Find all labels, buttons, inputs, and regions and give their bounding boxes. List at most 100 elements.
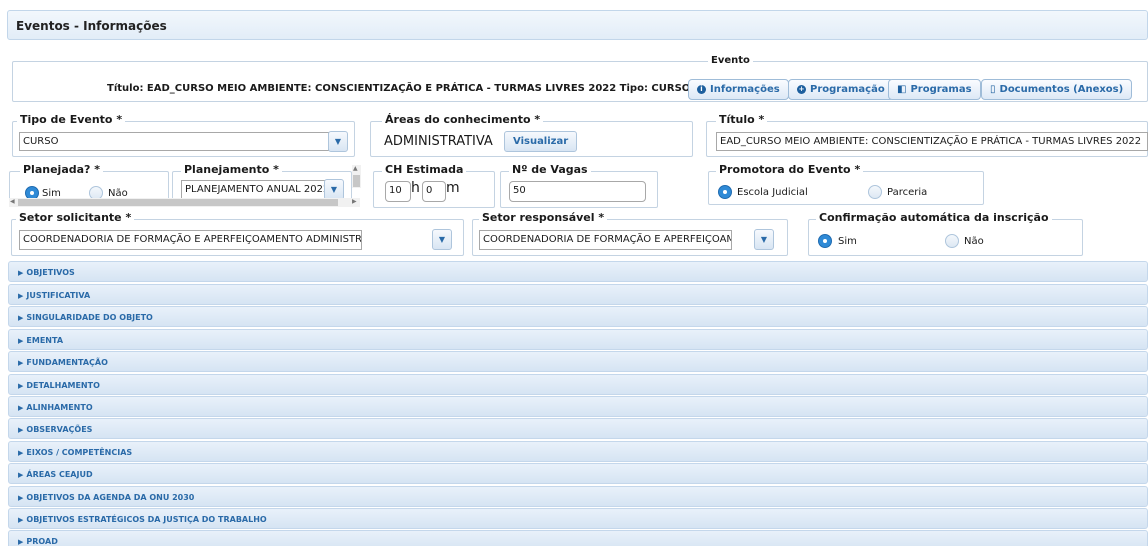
tipo-evento-dropdown[interactable]: ▼ [328, 131, 348, 152]
promotora-escola-radio[interactable] [718, 185, 732, 199]
planejada-label: Planejada? * [20, 163, 103, 176]
confirmacao-sim-radio[interactable] [818, 234, 832, 248]
planejamento-input[interactable]: PLANEJAMENTO ANUAL 2022 [181, 180, 327, 199]
caret-right-icon: ▶ [18, 426, 24, 434]
documentos-button[interactable]: ▯ Documentos (Anexos) [981, 79, 1133, 100]
section-label: FUNDAMENTAÇÃO [26, 358, 108, 367]
titulo-input[interactable]: EAD_CURSO MEIO AMBIENTE: CONSCIENTIZAÇÃO… [716, 132, 1148, 151]
page-title: Eventos - Informações [7, 10, 1148, 40]
setor-responsavel-label: Setor responsável * [479, 211, 608, 224]
caret-right-icon: ▶ [18, 314, 24, 322]
section-label: DETALHAMENTO [26, 381, 100, 390]
caret-right-icon: ▶ [18, 359, 24, 367]
scroll-thumb[interactable] [353, 175, 360, 187]
section-singularidade[interactable]: ▶ SINGULARIDADE DO OBJETO [8, 306, 1148, 327]
section-objetivos[interactable]: ▶ OBJETIVOS [8, 261, 1148, 282]
section-label: JUSTIFICATIVA [26, 291, 91, 300]
section-proad[interactable]: ▶ PROAD [8, 530, 1148, 546]
chevron-down-icon: ▼ [438, 235, 446, 244]
caret-right-icon: ▶ [18, 471, 24, 479]
section-label: OBJETIVOS ESTRATÉGICOS DA JUSTIÇA DO TRA… [26, 515, 267, 524]
document-icon: ▯ [990, 84, 996, 95]
section-areas-ceajud[interactable]: ▶ ÁREAS CEAJUD [8, 463, 1148, 484]
programas-button[interactable]: ◧ Programas [888, 79, 981, 100]
evento-legend: Evento [708, 55, 753, 66]
promotora-label: Promotora do Evento * [716, 163, 864, 176]
documentos-label: Documentos (Anexos) [999, 84, 1124, 95]
caret-right-icon: ▶ [18, 404, 24, 412]
setor-responsavel-input[interactable]: COORDENADORIA DE FORMAÇÃO E APERFEIÇOAME… [479, 230, 732, 250]
areas-label: Áreas do conhecimento * [382, 113, 544, 126]
chevron-down-icon: ▼ [330, 185, 338, 194]
vertical-scrollbar[interactable]: ▲ [352, 165, 361, 188]
scroll-up-icon: ▲ [353, 165, 358, 172]
caret-right-icon: ▶ [18, 337, 24, 345]
horizontal-scrollbar[interactable]: ◀ ▶ [9, 198, 360, 207]
section-label: ÁREAS CEAJUD [26, 470, 93, 479]
book-icon: ◧ [897, 84, 907, 95]
info-icon: i [697, 85, 706, 94]
scroll-thumb-h[interactable] [18, 199, 338, 206]
tipo-evento-input[interactable]: CURSO [19, 132, 329, 151]
section-label: PROAD [26, 537, 58, 546]
scroll-left-icon: ◀ [10, 198, 15, 205]
section-label: EMENTA [26, 336, 64, 345]
ch-minutes-input[interactable]: 0 [422, 181, 446, 202]
ch-label: CH Estimada [382, 163, 467, 176]
evento-summary: Título: EAD_CURSO MEIO AMBIENTE: CONSCIE… [107, 83, 691, 94]
caret-right-icon: ▶ [18, 269, 24, 277]
section-ementa[interactable]: ▶ EMENTA [8, 329, 1148, 350]
setor-solicitante-label: Setor solicitante * [16, 211, 135, 224]
section-detalhamento[interactable]: ▶ DETALHAMENTO [8, 374, 1148, 395]
ch-hours-unit: h [411, 180, 420, 196]
caret-right-icon: ▶ [18, 516, 24, 524]
plus-circle-icon: + [797, 85, 806, 94]
chevron-down-icon: ▼ [334, 137, 342, 146]
planejamento-label: Planejamento * [181, 163, 282, 176]
informacoes-label: Informações [710, 84, 780, 95]
programacao-label: Programação [810, 84, 885, 95]
confirmacao-nao-radio[interactable] [945, 234, 959, 248]
section-label: ALINHAMENTO [26, 403, 93, 412]
section-fundamentacao[interactable]: ▶ FUNDAMENTAÇÃO [8, 351, 1148, 372]
planejamento-dropdown[interactable]: ▼ [324, 179, 344, 200]
promotora-parceria-label: Parceria [887, 187, 928, 198]
vagas-label: Nº de Vagas [509, 163, 591, 176]
areas-value: ADMINISTRATIVA [384, 134, 493, 149]
tipo-evento-label: Tipo de Evento * [17, 113, 126, 126]
section-label: EIXOS / COMPETÊNCIAS [26, 448, 133, 457]
caret-right-icon: ▶ [18, 538, 24, 546]
promotora-parceria-radio[interactable] [868, 185, 882, 199]
caret-right-icon: ▶ [18, 494, 24, 502]
programas-label: Programas [910, 84, 972, 95]
section-label: OBJETIVOS [26, 268, 75, 277]
confirmacao-label: Confirmação automática da inscrição [816, 211, 1052, 224]
informacoes-button[interactable]: i Informações [688, 79, 789, 100]
setor-solicitante-dropdown[interactable]: ▼ [432, 229, 452, 250]
chevron-down-icon: ▼ [760, 235, 768, 244]
programacao-button[interactable]: + Programação [788, 79, 894, 100]
section-label: OBSERVAÇÕES [26, 425, 93, 434]
confirmacao-sim-label: Sim [838, 236, 857, 247]
confirmacao-nao-label: Não [964, 236, 984, 247]
caret-right-icon: ▶ [18, 449, 24, 457]
visualizar-button[interactable]: Visualizar [504, 131, 578, 152]
section-justificativa[interactable]: ▶ JUSTIFICATIVA [8, 284, 1148, 305]
section-alinhamento[interactable]: ▶ ALINHAMENTO [8, 396, 1148, 417]
promotora-escola-label: Escola Judicial [737, 187, 808, 198]
vagas-input[interactable]: 50 [509, 181, 646, 202]
section-observacoes[interactable]: ▶ OBSERVAÇÕES [8, 418, 1148, 439]
section-eixos[interactable]: ▶ EIXOS / COMPETÊNCIAS [8, 441, 1148, 462]
section-label: OBJETIVOS DA AGENDA DA ONU 2030 [26, 493, 195, 502]
setor-solicitante-input[interactable]: COORDENADORIA DE FORMAÇÃO E APERFEIÇOAME… [19, 230, 362, 250]
ch-minutes-unit: m [446, 180, 460, 196]
titulo-label: Título * [716, 113, 768, 126]
caret-right-icon: ▶ [18, 382, 24, 390]
section-onu-2030[interactable]: ▶ OBJETIVOS DA AGENDA DA ONU 2030 [8, 486, 1148, 507]
setor-responsavel-dropdown[interactable]: ▼ [754, 229, 774, 250]
caret-right-icon: ▶ [18, 292, 24, 300]
scroll-right-icon: ▶ [352, 198, 357, 205]
ch-hours-input[interactable]: 10 [385, 181, 411, 202]
section-objetivos-estrategicos[interactable]: ▶ OBJETIVOS ESTRATÉGICOS DA JUSTIÇA DO TR… [8, 508, 1148, 529]
section-label: SINGULARIDADE DO OBJETO [26, 313, 153, 322]
